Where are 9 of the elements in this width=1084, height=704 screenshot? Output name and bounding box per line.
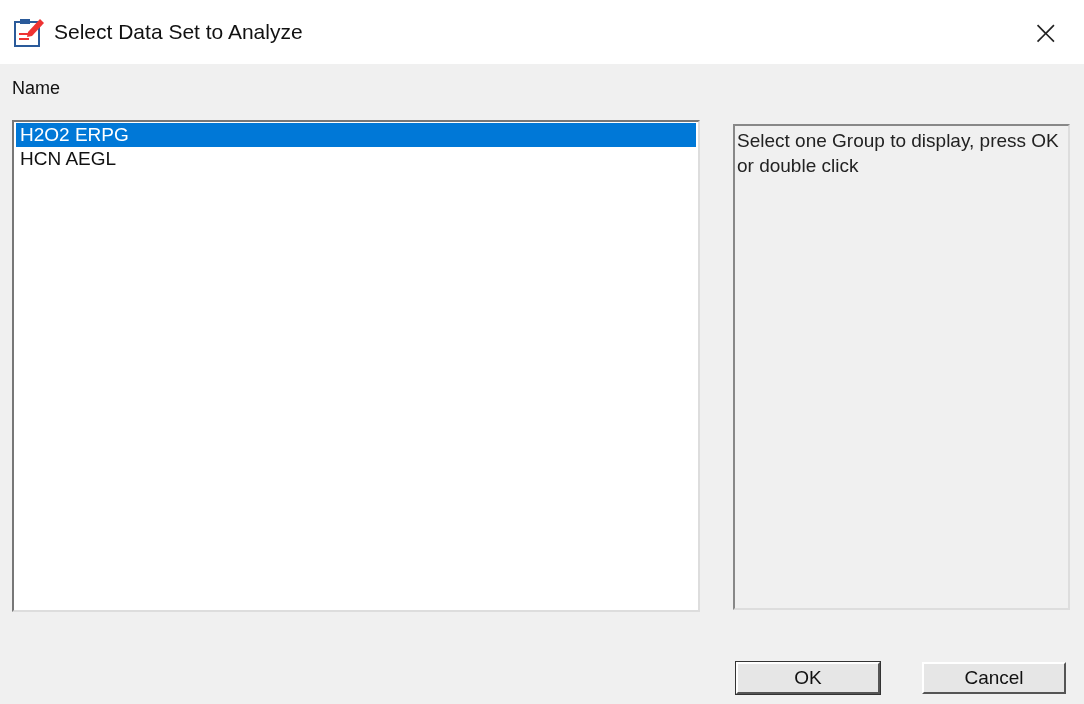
close-button[interactable]: × [1019,12,1072,52]
info-text: Select one Group to display, press OK or double click [737,129,1060,178]
window-title: Select Data Set to Analyze [54,20,304,44]
cancel-button[interactable]: Cancel [922,662,1066,694]
list-label: Name [12,78,60,100]
document-edit-icon [12,16,46,48]
list-item[interactable]: HCN AEGL [16,147,696,171]
list-item[interactable]: H2O2 ERPG [16,123,696,147]
ok-button[interactable]: OK [736,662,880,694]
